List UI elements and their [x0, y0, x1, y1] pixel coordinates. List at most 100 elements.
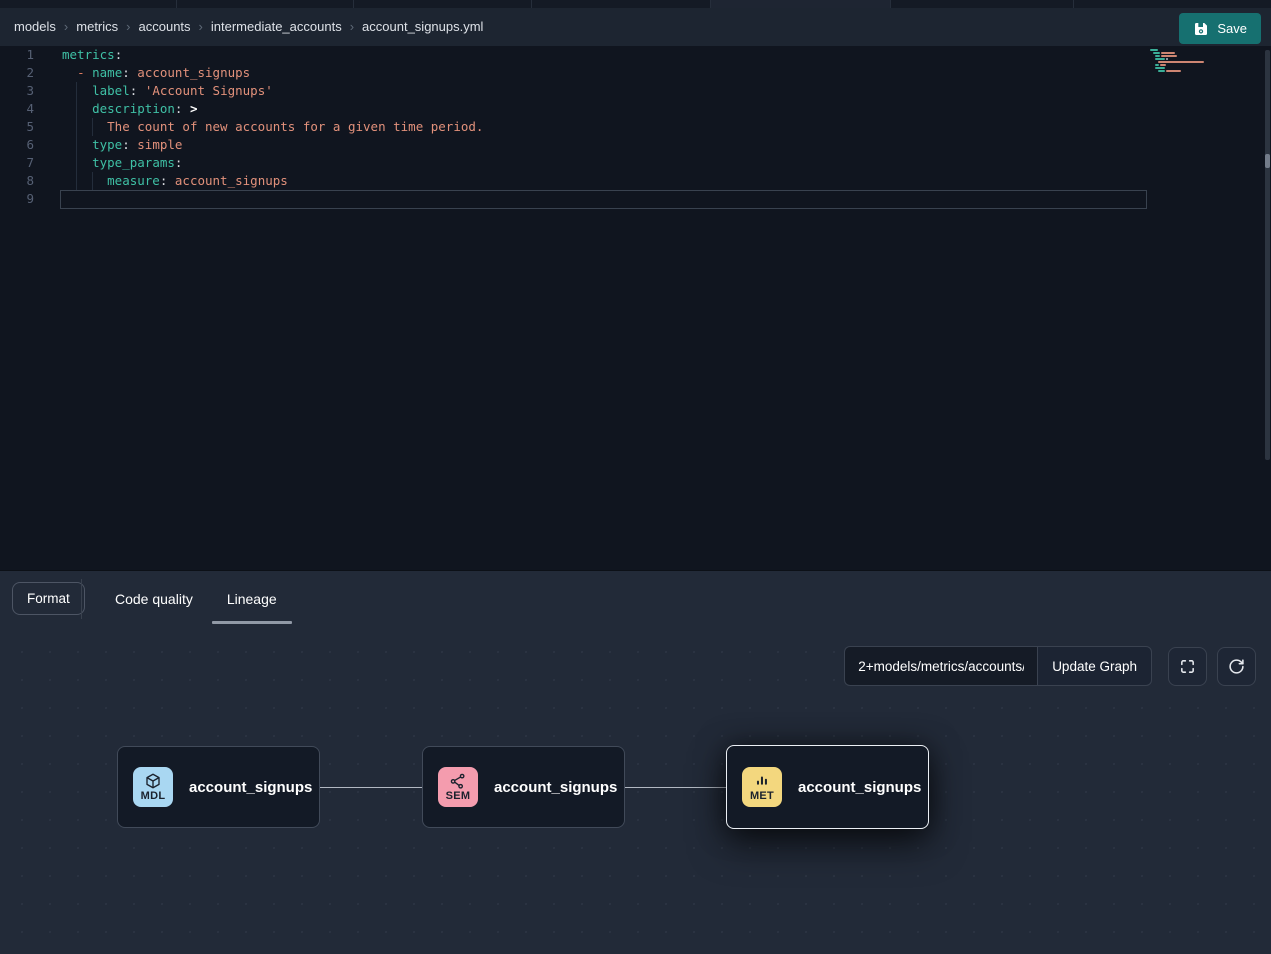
minimap-token	[1161, 55, 1177, 57]
minimap-token	[1158, 61, 1204, 63]
node-name-label: account_signups	[494, 779, 617, 796]
breadcrumb-item: metrics	[76, 19, 118, 34]
save-button-label: Save	[1217, 21, 1247, 36]
minimap-line	[1150, 70, 1216, 72]
minimap-line	[1150, 55, 1216, 57]
node-type-badge: SEM	[438, 767, 478, 807]
line-number: 9	[0, 190, 34, 208]
line-number: 8	[0, 172, 34, 190]
minimap-line	[1150, 52, 1216, 54]
breadcrumb: models›metrics›accounts›intermediate_acc…	[14, 18, 483, 36]
model-cube-icon	[144, 772, 162, 790]
minimap-token	[1160, 64, 1166, 66]
node-type-label: MET	[750, 790, 774, 802]
code-text: metrics:	[62, 46, 122, 64]
file-tab[interactable]	[891, 0, 1074, 8]
file-tab[interactable]	[354, 0, 532, 8]
code-line[interactable]: 1 metrics:	[0, 46, 1271, 64]
line-number: 4	[0, 100, 34, 118]
file-tab[interactable]	[532, 0, 711, 8]
node-type-label: SEM	[446, 790, 471, 802]
file-tab[interactable]	[1074, 0, 1271, 8]
node-type-badge: MET	[742, 767, 782, 807]
minimap-token	[1155, 55, 1160, 57]
indent-guide	[76, 82, 77, 190]
file-tab[interactable]	[177, 0, 354, 8]
minimap-token	[1161, 52, 1175, 54]
file-tab-strip	[0, 0, 1271, 8]
update-graph-button[interactable]: Update Graph	[1037, 646, 1152, 686]
line-number: 6	[0, 136, 34, 154]
file-tab[interactable]	[0, 0, 177, 8]
line-number: 5	[0, 118, 34, 136]
minimap-token	[1153, 52, 1160, 54]
code-line[interactable]: 8 measure: account_signups	[0, 172, 1271, 190]
minimap-token	[1158, 70, 1165, 72]
breadcrumb-separator-icon: ›	[64, 19, 68, 34]
minimap-token	[1155, 67, 1165, 69]
node-name-label: account_signups	[189, 779, 312, 796]
lineage-node-met[interactable]: METaccount_signups	[726, 745, 929, 829]
breadcrumb-item: models	[14, 19, 56, 34]
indent-guide	[92, 118, 93, 136]
indent-guide	[92, 172, 93, 190]
fullscreen-button[interactable]	[1168, 647, 1207, 686]
tab-code-quality[interactable]: Code quality	[98, 571, 210, 626]
lineage-node-mdl[interactable]: MDL account_signups	[117, 746, 320, 828]
line-number: 1	[0, 46, 34, 64]
minimap-token	[1166, 58, 1168, 60]
breadcrumb-item: accounts	[139, 19, 191, 34]
breadcrumb-item: account_signups.yml	[362, 19, 483, 34]
code-line[interactable]: 2 - name: account_signups	[0, 64, 1271, 82]
minimap-token	[1166, 70, 1181, 72]
breadcrumb-bar: models›metrics›accounts›intermediate_acc…	[0, 8, 1271, 46]
refresh-icon	[1228, 658, 1245, 675]
file-tab[interactable]	[711, 0, 891, 8]
graph-selector-input[interactable]	[844, 646, 1037, 686]
breadcrumb-separator-icon: ›	[126, 19, 130, 34]
save-button[interactable]: Save	[1179, 13, 1261, 44]
node-type-badge: MDL	[133, 767, 173, 807]
node-type-label: MDL	[141, 790, 166, 802]
code-line[interactable]: 4 description: >	[0, 100, 1271, 118]
minimap[interactable]	[1150, 49, 1216, 73]
code-line[interactable]: 7 type_params:	[0, 154, 1271, 172]
editor-scrollbar[interactable]	[1265, 50, 1270, 460]
code-text: description: >	[62, 100, 198, 118]
minimap-token	[1155, 58, 1165, 60]
code-text: type_params:	[62, 154, 182, 172]
fullscreen-icon	[1179, 658, 1196, 675]
metric-chart-icon	[753, 772, 771, 790]
minimap-line	[1150, 58, 1216, 60]
minimap-token	[1150, 49, 1158, 51]
current-line-highlight	[60, 190, 1147, 209]
code-line[interactable]: 5 The count of new accounts for a given …	[0, 118, 1271, 136]
line-number: 7	[0, 154, 34, 172]
format-button[interactable]: Format	[12, 582, 85, 615]
graph-selector-group: Update Graph	[844, 646, 1152, 686]
lineage-edge	[625, 787, 727, 788]
lineage-edge	[320, 787, 422, 788]
breadcrumb-separator-icon: ›	[350, 19, 354, 34]
editor-scrollbar-thumb[interactable]	[1265, 154, 1270, 168]
bottom-panel: Format Code qualityLineage Update Graph …	[0, 570, 1271, 954]
save-floppy-icon	[1193, 21, 1209, 37]
tab-lineage[interactable]: Lineage	[210, 571, 294, 626]
minimap-line	[1150, 64, 1216, 66]
line-number: 2	[0, 64, 34, 82]
code-line[interactable]: 3 label: 'Account Signups'	[0, 82, 1271, 100]
code-text: The count of new accounts for a given ti…	[62, 118, 483, 136]
code-editor[interactable]: 1metrics:2 - name: account_signups3 labe…	[0, 46, 1271, 570]
code-text: label: 'Account Signups'	[62, 82, 273, 100]
code-text: - name: account_signups	[62, 64, 250, 82]
lineage-node-sem[interactable]: SEM account_signups	[422, 746, 625, 828]
minimap-line	[1150, 61, 1216, 63]
code-text: measure: account_signups	[62, 172, 288, 190]
code-line[interactable]: 6 type: simple	[0, 136, 1271, 154]
panel-tabs: Code qualityLineage	[98, 571, 294, 626]
refresh-graph-button[interactable]	[1217, 647, 1256, 686]
breadcrumb-separator-icon: ›	[199, 19, 203, 34]
minimap-line	[1150, 67, 1216, 69]
minimap-line	[1150, 49, 1216, 51]
minimap-token	[1155, 64, 1159, 66]
